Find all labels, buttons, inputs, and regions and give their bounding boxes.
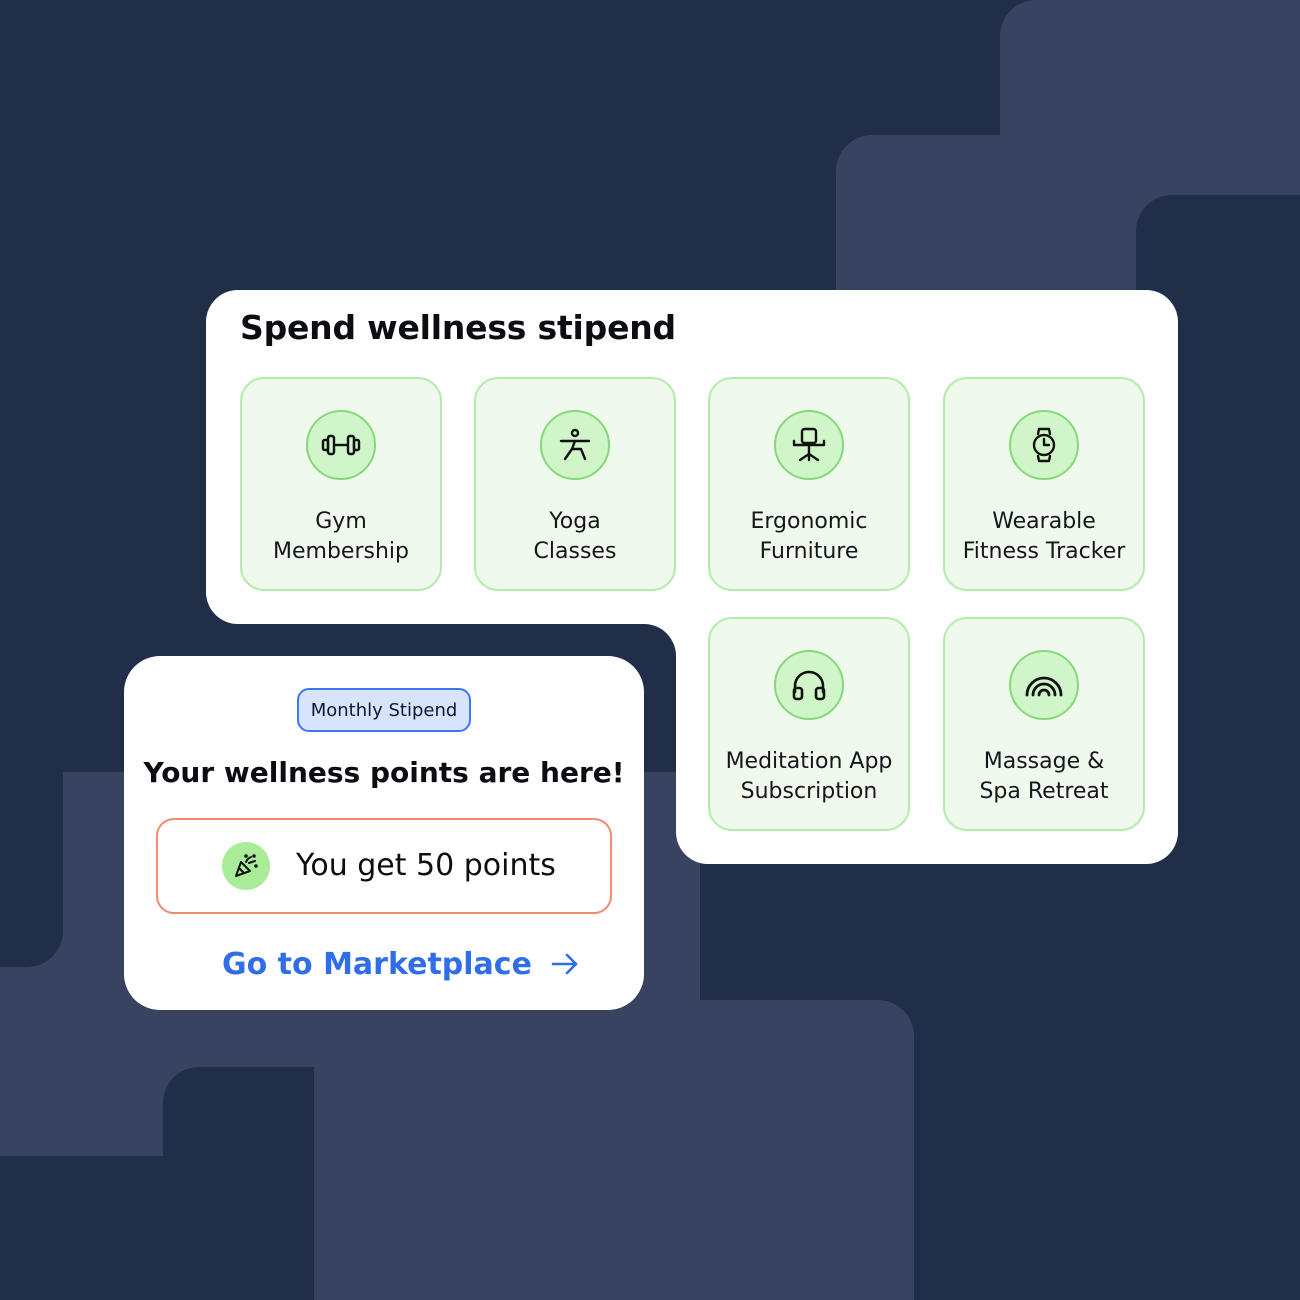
tile-ergonomic-furniture[interactable]: Ergonomic Furniture [708,377,910,591]
background-notch-left [0,772,63,967]
tile-label: Wearable Fitness Tracker [962,509,1126,564]
tile-massage-spa-retreat[interactable]: Massage & Spa Retreat [943,617,1145,831]
points-text: You get 50 points [296,848,556,883]
go-to-marketplace-link[interactable]: Go to Marketplace [222,942,580,986]
background-shape-bottom-left-3 [0,1000,163,1156]
tile-gym-membership[interactable]: Gym Membership [240,377,442,591]
yoga-pose-icon [540,410,610,480]
headphones-icon [774,650,844,720]
background-shape-bottom [314,1000,914,1300]
rainbow-icon [1009,650,1079,720]
party-popper-icon [222,842,270,890]
tile-label: Ergonomic Furniture [750,509,868,564]
reward-headline: Your wellness points are here! [143,756,625,789]
stipend-title: Spend wellness stipend [240,308,676,347]
monthly-stipend-badge: Monthly Stipend [297,688,471,732]
stipend-card-inner-corner [644,624,676,656]
office-chair-icon [774,410,844,480]
tile-label: Gym Membership [273,509,409,564]
marketplace-label: Go to Marketplace [222,946,532,982]
points-box: You get 50 points [156,818,612,914]
tile-meditation-app-subscription[interactable]: Meditation App Subscription [708,617,910,831]
tile-label: Yoga Classes [533,509,617,564]
smartwatch-icon [1009,410,1079,480]
tile-wearable-fitness-tracker[interactable]: Wearable Fitness Tracker [943,377,1145,591]
dumbbell-icon [306,410,376,480]
tile-label: Meditation App Subscription [725,749,893,804]
background-notch-bottom-left-2 [0,1156,314,1300]
tile-yoga-classes[interactable]: Yoga Classes [474,377,676,591]
arrow-right-icon [551,953,578,975]
tile-label: Massage & Spa Retreat [979,749,1109,804]
